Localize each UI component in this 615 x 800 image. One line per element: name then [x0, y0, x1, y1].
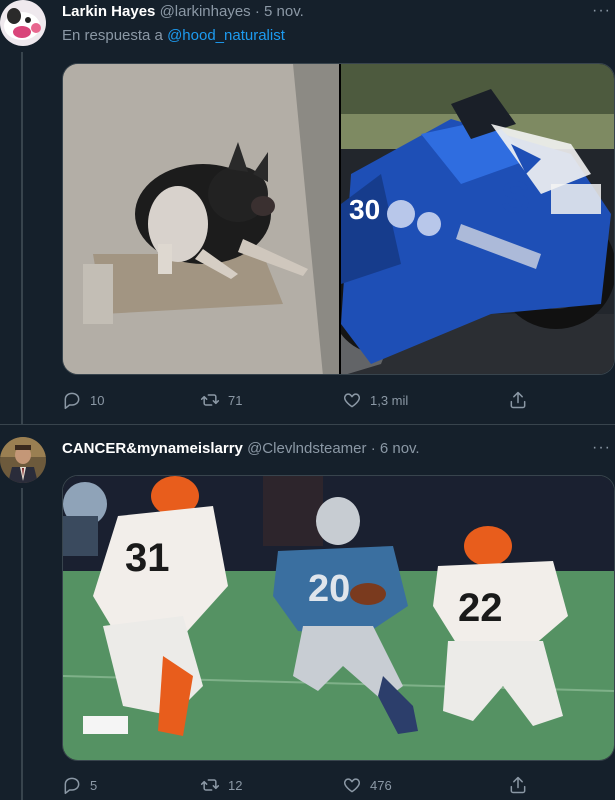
like-button[interactable]: 476 — [342, 775, 392, 795]
retweet-icon — [200, 779, 220, 791]
retweet-button[interactable]: 12 — [200, 775, 242, 795]
reply-mention-link[interactable]: @hood_naturalist — [167, 27, 285, 44]
share-icon — [510, 776, 526, 794]
reply-icon — [64, 392, 80, 410]
more-icon[interactable]: ··· — [592, 2, 611, 20]
tweet-header: Larkin Hayes @larkinhayes · 5 nov. — [62, 3, 304, 20]
reply-count: 5 — [90, 777, 98, 793]
retweet-count: 71 — [228, 392, 243, 408]
football-photo[interactable]: 31 20 22 — [62, 475, 615, 761]
jersey-number-right: 22 — [458, 586, 503, 630]
share-button[interactable] — [508, 775, 528, 795]
tweet-date[interactable]: · 6 nov. — [371, 440, 420, 457]
reply-button[interactable]: 5 — [62, 775, 97, 795]
retweet-count: 12 — [228, 777, 243, 793]
retweet-icon — [200, 394, 220, 406]
display-name[interactable]: CANCER&mynameislarry — [62, 440, 243, 457]
like-icon — [343, 778, 361, 793]
tweet-date[interactable]: · 5 nov. — [255, 3, 304, 20]
media-grid: 30 S — [62, 63, 615, 375]
handle[interactable]: @larkinhayes — [160, 3, 251, 20]
reply-context: En respuesta a @hood_naturalist — [62, 27, 285, 44]
more-icon[interactable]: ··· — [592, 439, 611, 457]
pig-photo[interactable] — [63, 64, 339, 374]
retweet-button[interactable]: 71 — [200, 390, 242, 410]
avatar[interactable] — [0, 0, 46, 46]
tweet-actions: 10 71 1,3 mil — [62, 390, 552, 414]
display-name[interactable]: Larkin Hayes — [62, 3, 155, 20]
share-icon — [510, 391, 526, 409]
motorcycle-photo[interactable]: 30 S — [331, 64, 614, 374]
reply-count: 10 — [90, 392, 105, 408]
bike-number: 30 — [349, 194, 380, 225]
tweet-cancer[interactable]: CANCER&mynameislarry @Clevlndsteamer · 6… — [0, 425, 615, 800]
avatar[interactable] — [0, 437, 46, 483]
tweet-header: CANCER&mynameislarry @Clevlndsteamer · 6… — [62, 440, 420, 457]
reply-icon — [64, 777, 80, 795]
tweet-larkin[interactable]: Larkin Hayes @larkinhayes · 5 nov. ··· E… — [0, 0, 615, 424]
handle[interactable]: @Clevlndsteamer — [247, 440, 366, 457]
share-button[interactable] — [508, 390, 528, 410]
bike-brand-mark: S — [501, 173, 530, 222]
like-button[interactable]: 1,3 mil — [342, 390, 408, 410]
reply-button[interactable]: 10 — [62, 390, 104, 410]
like-count: 476 — [370, 777, 392, 793]
tweet-actions: 5 12 476 — [62, 775, 552, 799]
jersey-number-center: 20 — [308, 568, 350, 610]
like-icon — [343, 393, 361, 408]
like-count: 1,3 mil — [370, 392, 409, 408]
jersey-number-left: 31 — [125, 536, 170, 580]
reply-prefix: En respuesta a — [62, 27, 163, 44]
